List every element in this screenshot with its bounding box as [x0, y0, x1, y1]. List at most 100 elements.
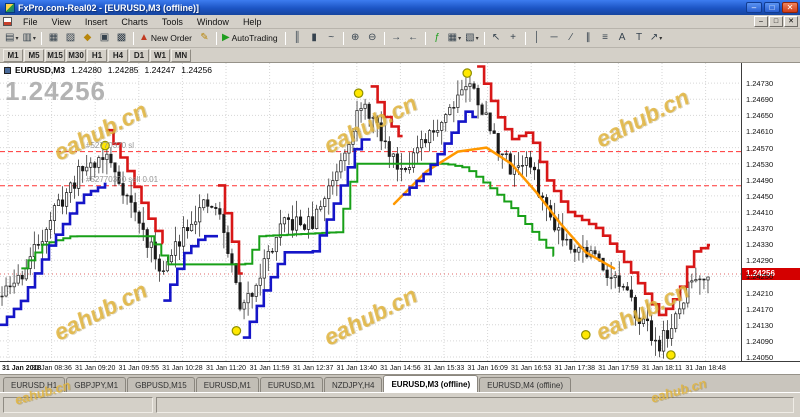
navigator-icon: ◆ [84, 31, 92, 45]
chart-line-button[interactable]: ~ [323, 30, 340, 46]
time-axis[interactable]: 31 Jan 201831 Jan 08:3631 Jan 09:2031 Ja… [0, 361, 800, 374]
tab-gbpusd-m15[interactable]: GBPUSD,M15 [127, 377, 195, 392]
fibonacci-button[interactable]: ≡ [597, 30, 614, 46]
timeframe-m15[interactable]: M15 [45, 49, 65, 62]
chevron-down-icon: ▾ [33, 35, 36, 42]
data-window-button[interactable]: ▨ [62, 30, 79, 46]
timeframe-m5[interactable]: M5 [24, 49, 44, 62]
time-label: 31 Jan 09:20 [75, 365, 115, 372]
menu-item-view[interactable]: View [45, 16, 78, 28]
timeframe-m30[interactable]: M30 [66, 49, 86, 62]
timeframe-m1[interactable]: M1 [3, 49, 23, 62]
window-title: FxPro.com-Real02 - [EURUSD,M3 (offline)] [18, 3, 199, 13]
mt4-window: FxPro.com-Real02 - [EURUSD,M3 (offline)]… [0, 0, 800, 417]
cursor-icon: ↖ [492, 31, 500, 45]
channel-button[interactable]: ∥ [580, 30, 597, 46]
chart-area: EURUSD,M3 1.24280 1.24285 1.24247 1.2425… [0, 63, 800, 361]
price-tick: 1.24370 [746, 224, 773, 233]
timeframe-toolbar: M1M5M15M30H1H4D1W1MN [0, 48, 800, 63]
zoom-in-button[interactable]: ⊕ [347, 30, 364, 46]
time-label: 31 Jan 09:55 [119, 365, 159, 372]
tab-eurusd-m1[interactable]: EURUSD,M1 [260, 377, 323, 392]
ohlc-high: 1.24285 [108, 65, 139, 75]
status-bar [0, 392, 800, 417]
metaeditor-button[interactable]: ✎ [196, 30, 213, 46]
profiles-icon: ▥ [22, 31, 31, 45]
crosshair-button[interactable]: + [505, 30, 522, 46]
price-tick: 1.24450 [746, 192, 773, 201]
time-label: 31 Jan 16:53 [511, 365, 551, 372]
price-tick: 1.24490 [746, 176, 773, 185]
child-close-button[interactable]: ✕ [784, 16, 798, 27]
toolbar-separator [285, 32, 286, 45]
profiles-button[interactable]: ▥▾ [20, 30, 37, 46]
tab-eurusd-m4-offline[interactable]: EURUSD,M4 (offline) [479, 377, 571, 392]
tab-eurusd-m3-offline[interactable]: EURUSD,M3 (offline) [383, 375, 478, 392]
time-label: 31 Jan 14:56 [380, 365, 420, 372]
new-order-button[interactable]: ▲New Order [137, 30, 196, 46]
new-chart-button[interactable]: ▤▾ [3, 30, 20, 46]
timeframe-h1[interactable]: H1 [87, 49, 107, 62]
templates-button[interactable]: ▧▾ [463, 30, 480, 46]
price-axis[interactable]: 1.24256 1.247301.246901.246501.246101.24… [741, 63, 800, 361]
timeframe-h4[interactable]: H4 [108, 49, 128, 62]
cursor-button[interactable]: ↖ [488, 30, 505, 46]
price-tick: 1.24530 [746, 160, 773, 169]
indicators-button[interactable]: ƒ [429, 30, 446, 46]
tab-gbpjpy-m1[interactable]: GBPJPY,M1 [66, 377, 126, 392]
vertical-line-button[interactable]: │ [529, 30, 546, 46]
chart-window-icon [3, 17, 12, 26]
chart-shift-icon: ← [408, 31, 418, 45]
zoom-out-button[interactable]: ⊖ [364, 30, 381, 46]
auto-scroll-button[interactable]: → [388, 30, 405, 46]
child-minimize-button[interactable]: ‒ [754, 16, 768, 27]
price-tick: 1.24250 [746, 272, 773, 281]
menu-item-file[interactable]: File [16, 16, 45, 28]
autotrading-button[interactable]: ▶AutoTrading [220, 30, 282, 46]
menu-item-charts[interactable]: Charts [114, 16, 155, 28]
close-button[interactable]: ✕ [782, 2, 798, 13]
time-label: 31 Jan 08:36 [31, 365, 71, 372]
market-watch-button[interactable]: ▦ [45, 30, 62, 46]
toolbar-separator [484, 32, 485, 45]
crosshair-icon: + [510, 31, 516, 45]
text-label-button[interactable]: T [631, 30, 648, 46]
timeframe-mn[interactable]: MN [171, 49, 191, 62]
minimize-button[interactable]: ‒ [746, 2, 762, 13]
child-restore-button[interactable]: □ [769, 16, 783, 27]
tab-nzdjpy-h4[interactable]: NZDJPY,H4 [324, 377, 383, 392]
time-label: 31 Jan 17:59 [598, 365, 638, 372]
trend-line-button[interactable]: ∕ [563, 30, 580, 46]
price-chart[interactable] [0, 63, 741, 361]
periods-button[interactable]: ▦▾ [446, 30, 463, 46]
strategy-tester-icon: ▩ [117, 31, 126, 45]
strategy-tester-button[interactable]: ▩ [113, 30, 130, 46]
terminal-button[interactable]: ▣ [96, 30, 113, 46]
maximize-button[interactable]: □ [764, 2, 780, 13]
tab-eurusd-h1[interactable]: EURUSD,H1 [3, 377, 65, 392]
time-label: 31 Jan 11:20 [206, 365, 246, 372]
price-tick: 1.24410 [746, 208, 773, 217]
fibonacci-icon: ≡ [602, 31, 608, 45]
timeframe-w1[interactable]: W1 [150, 49, 170, 62]
toolbar-separator [41, 32, 42, 45]
menu-item-insert[interactable]: Insert [78, 16, 115, 28]
navigator-button[interactable]: ◆ [79, 30, 96, 46]
timeframe-d1[interactable]: D1 [129, 49, 149, 62]
chevron-down-icon: ▾ [476, 35, 479, 42]
chart-bars-button[interactable]: ║ [289, 30, 306, 46]
new-order-icon: ▲ [139, 31, 149, 45]
market-watch-icon: ▦ [49, 31, 58, 45]
menu-item-tools[interactable]: Tools [155, 16, 190, 28]
sell-order-label: #52770370 sell 0.01 [86, 175, 158, 184]
text-label-icon: T [636, 31, 642, 45]
chart-candlesticks-button[interactable]: ▮ [306, 30, 323, 46]
menu-item-help[interactable]: Help [236, 16, 269, 28]
chart-shift-button[interactable]: ← [405, 30, 422, 46]
trend-line-segment [477, 67, 710, 315]
menu-item-window[interactable]: Window [190, 16, 236, 28]
horizontal-line-button[interactable]: ─ [546, 30, 563, 46]
tab-eurusd-m1[interactable]: EURUSD,M1 [196, 377, 259, 392]
text-button[interactable]: A [614, 30, 631, 46]
arrows-button[interactable]: ↗▾ [648, 30, 665, 46]
